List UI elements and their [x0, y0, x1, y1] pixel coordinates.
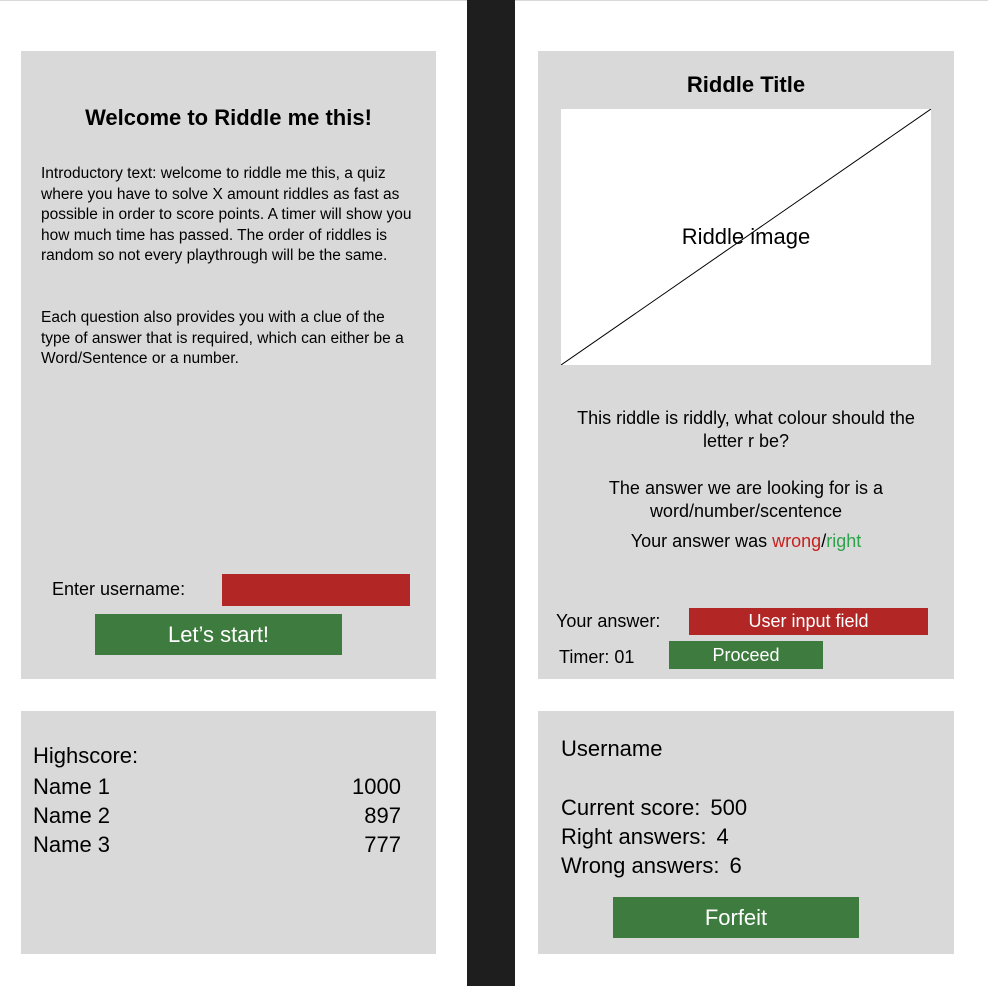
result-wrong: wrong	[772, 531, 822, 551]
forfeit-button[interactable]: Forfeit	[613, 897, 859, 938]
username-label: Enter username:	[52, 579, 186, 599]
highscore-score: 777	[364, 832, 401, 857]
highscore-list: Name 1 1000 Name 2 897 Name 3 777	[33, 772, 401, 859]
wrong-answers-row: Wrong answers: 6	[561, 851, 747, 880]
proceed-button[interactable]: Proceed	[669, 641, 823, 669]
riddle-image-label: Riddle image	[681, 224, 811, 249]
current-score-value: 500	[710, 795, 748, 820]
answer-type-hint: The answer we are looking for is a word/…	[608, 478, 884, 521]
riddle-image: Riddle image	[561, 109, 931, 365]
intro-text: Introductory text: welcome to riddle me …	[41, 165, 412, 264]
highscore-title: Highscore:	[33, 743, 139, 768]
highscore-row: Name 1 1000	[33, 772, 401, 801]
center-divider	[467, 0, 515, 986]
highscore-score: 897	[364, 803, 401, 828]
result-prefix: Your answer was	[630, 531, 773, 551]
highscore-row: Name 3 777	[33, 830, 401, 859]
highscore-score: 1000	[352, 774, 401, 799]
highscore-name: Name 1	[33, 774, 111, 799]
highscore-panel: Highscore: Name 1 1000 Name 2 897 Name 3…	[21, 711, 436, 954]
right-answers-label: Right answers:	[561, 824, 707, 849]
right-answers-row: Right answers: 4	[561, 822, 747, 851]
timer: Timer: 01	[559, 647, 635, 667]
wrong-answers-value: 6	[729, 853, 742, 878]
score-stats: Current score: 500 Right answers: 4 Wrong …	[561, 793, 747, 880]
riddle-question: This riddle is riddly, what colour shoul…	[577, 408, 915, 451]
current-score-row: Current score: 500	[561, 793, 747, 822]
highscore-name: Name 2	[33, 803, 111, 828]
result-right: right	[826, 531, 862, 551]
highscore-name: Name 3	[33, 832, 111, 857]
current-score-label: Current score:	[561, 795, 701, 820]
welcome-panel: Welcome to Riddle me this! Introductory …	[21, 51, 436, 679]
welcome-title: Welcome to Riddle me this!	[85, 105, 372, 130]
riddle-title: Riddle Title	[686, 72, 806, 97]
highscore-row: Name 2 897	[33, 801, 401, 830]
clue-text: Each question also provides you with a c…	[41, 309, 404, 367]
username-input[interactable]	[222, 574, 410, 606]
right-answers-value: 4	[716, 824, 729, 849]
answer-label: Your answer:	[556, 611, 661, 631]
start-button[interactable]: Let’s start!	[95, 614, 342, 655]
answer-input[interactable]	[689, 608, 928, 635]
player-username: Username	[561, 736, 663, 761]
answer-result: Your answer was wrong/right	[556, 530, 936, 553]
wrong-answers-label: Wrong answers:	[561, 853, 720, 878]
score-panel: Username Current score: 500 Right answers…	[538, 711, 954, 954]
riddle-panel: Riddle Title Riddle image This riddle is…	[538, 51, 954, 679]
